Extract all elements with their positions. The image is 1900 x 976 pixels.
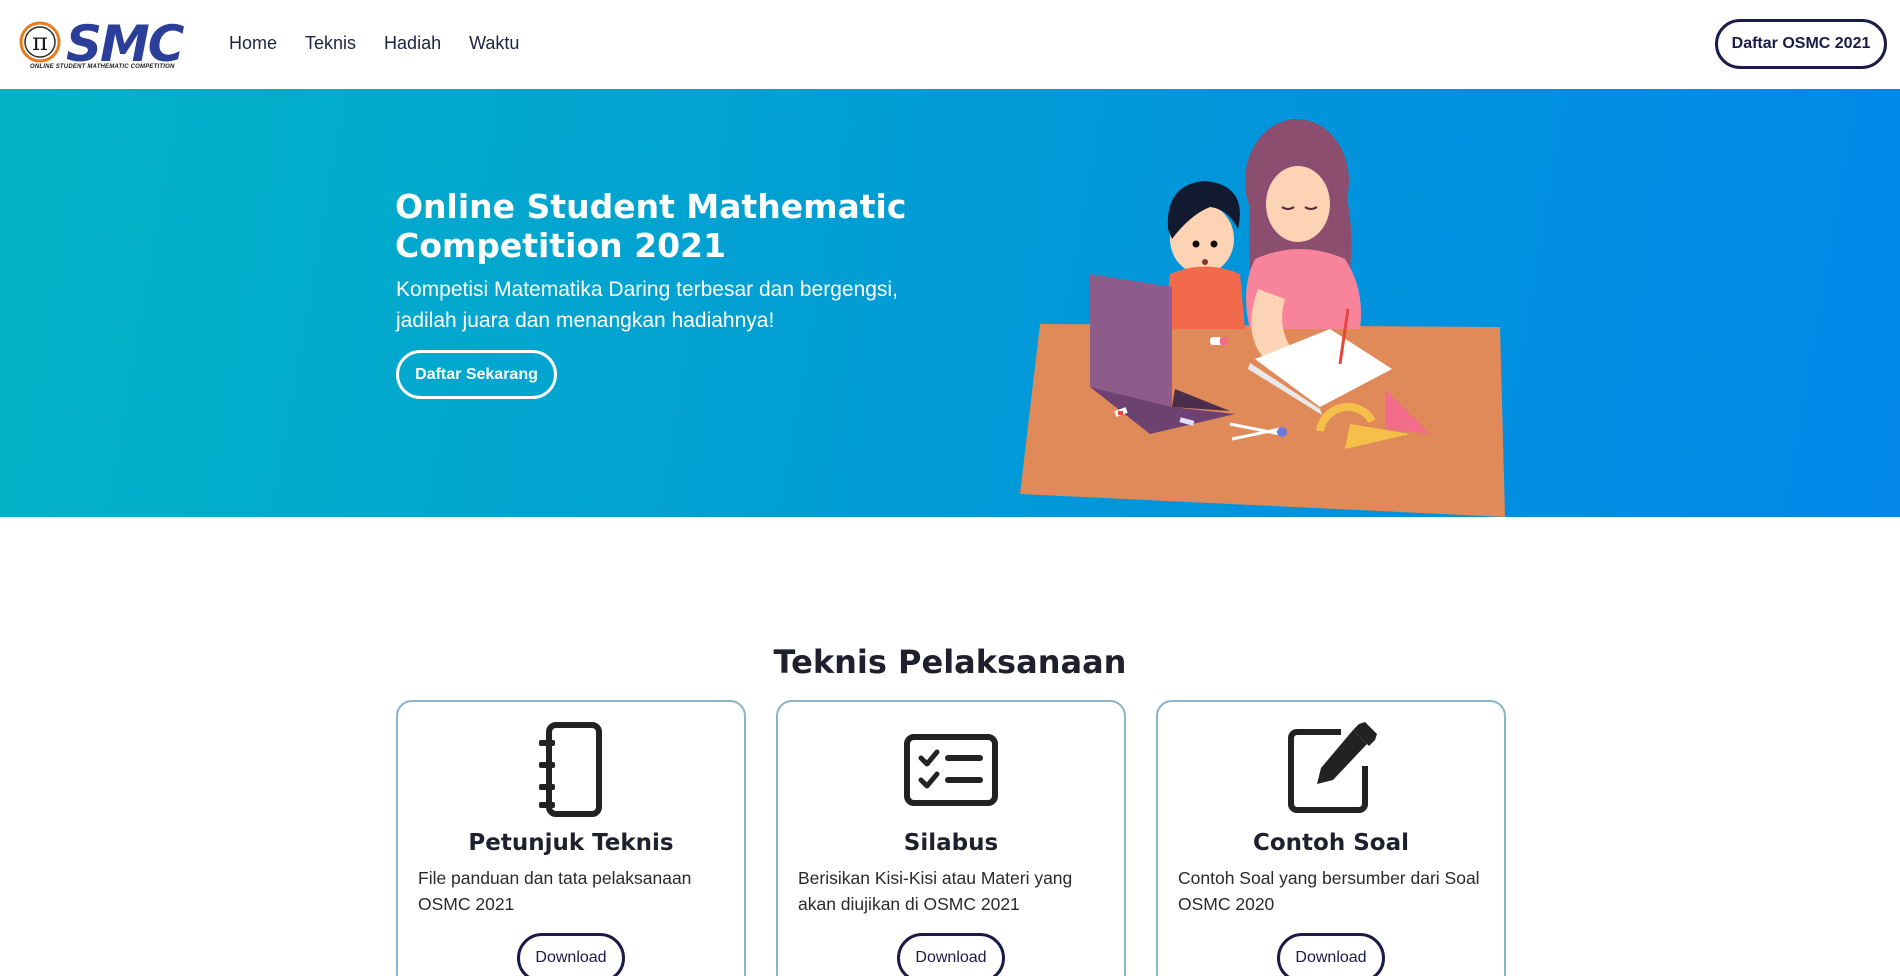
card-petunjuk-teknis: Petunjuk Teknis File panduan dan tata pe… <box>396 700 746 976</box>
main-nav: Home Teknis Hadiah Waktu <box>229 31 547 55</box>
download-contoh-soal-button[interactable]: Download <box>1277 933 1385 976</box>
register-now-button[interactable]: Daftar Sekarang <box>396 350 557 399</box>
register-osmc-button[interactable]: Daftar OSMC 2021 <box>1715 19 1887 69</box>
checklist-icon <box>904 734 998 806</box>
card-description: Berisikan Kisi-Kisi atau Materi yang aka… <box>798 868 1073 914</box>
card-description: Contoh Soal yang bersumber dari Soal OSM… <box>1178 868 1480 914</box>
card-title: Silabus <box>903 830 999 856</box>
notebook-icon <box>539 722 602 817</box>
card-contoh-soal: Contoh Soal Contoh Soal yang bersumber d… <box>1156 700 1506 976</box>
card-title: Petunjuk Teknis <box>468 830 674 856</box>
hero-subtitle: Kompetisi Matematika Daring terbesar dan… <box>396 278 898 332</box>
pi-logo-icon: π <box>19 21 61 63</box>
nav-hadiah[interactable]: Hadiah <box>384 31 441 55</box>
logo-tagline: ONLINE STUDENT MATHEMATIC COMPETITION <box>30 64 175 70</box>
card-silabus: Silabus Berisikan Kisi-Kisi atau Materi … <box>776 700 1126 976</box>
teknis-cards: Petunjuk Teknis File panduan dan tata pe… <box>396 700 1506 976</box>
hero-title: Online Student Mathematic Competition 20… <box>395 187 907 265</box>
nav-waktu[interactable]: Waktu <box>469 31 519 55</box>
nav-home[interactable]: Home <box>229 31 277 55</box>
edit-icon <box>1288 722 1377 813</box>
card-title: Contoh Soal <box>1252 830 1409 856</box>
card-description: File panduan dan tata pelaksanaan OSMC 2… <box>418 868 692 914</box>
students-studying-illustration <box>1020 119 1505 517</box>
osmc-logo[interactable]: π SMC ONLINE STUDENT MATHEMATIC COMPETIT… <box>18 16 186 72</box>
download-silabus-button[interactable]: Download <box>897 933 1005 976</box>
svg-text:π: π <box>32 28 48 56</box>
navbar: π SMC ONLINE STUDENT MATHEMATIC COMPETIT… <box>0 0 1900 89</box>
nav-teknis[interactable]: Teknis <box>305 31 356 55</box>
hero-banner: Online Student Mathematic Competition 20… <box>0 89 1900 517</box>
section-title: Teknis Pelaksanaan <box>773 643 1127 681</box>
download-petunjuk-button[interactable]: Download <box>517 933 625 976</box>
